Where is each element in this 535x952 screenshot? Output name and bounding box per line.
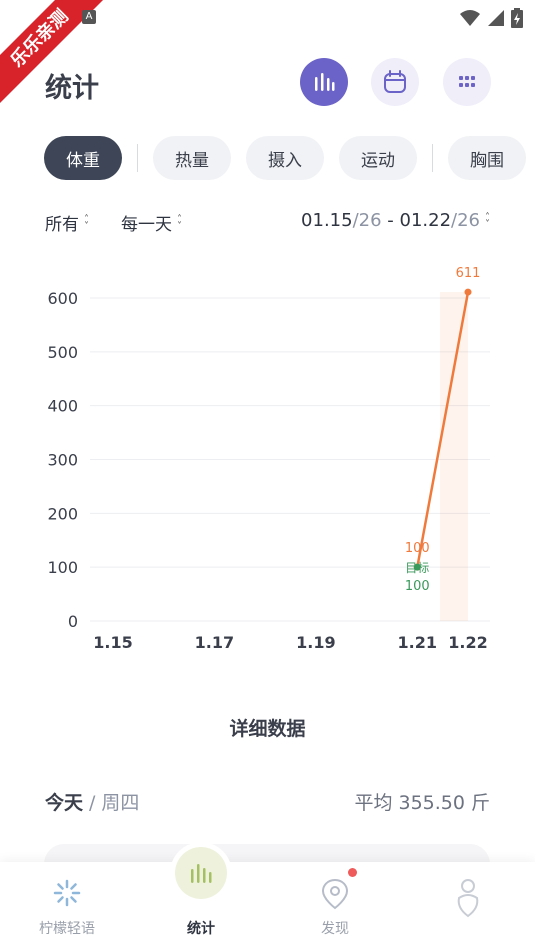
day-summary-row: 今天 / 周四 平均 355.50 斤 xyxy=(45,788,490,816)
nav-label-lemon: 柠檬轻语 xyxy=(39,921,95,937)
stats-fab[interactable] xyxy=(170,842,232,904)
grid-dots-icon xyxy=(459,76,475,87)
x-tick-label: 1.22 xyxy=(448,633,487,652)
data-label: 100 xyxy=(405,541,430,556)
lemon-icon xyxy=(53,879,81,907)
details-section-title: 详细数据 xyxy=(229,718,306,740)
date-range-selector[interactable]: 01.15 /26 - 01.22 /26 ˄ ˅ xyxy=(301,210,490,231)
today-label: 今天 xyxy=(45,792,84,814)
average-value: 平均 355.50 斤 xyxy=(354,792,490,814)
y-tick-label: 500 xyxy=(47,343,78,362)
nav-label-discover: 发现 xyxy=(321,921,349,937)
status-bar: 乐乐亲测 A xyxy=(0,0,535,108)
scope-label: 所有 xyxy=(45,215,79,235)
y-tick-label: 0 xyxy=(68,612,78,631)
wifi-icon xyxy=(460,10,480,26)
calendar-icon xyxy=(384,70,406,93)
tab-divider xyxy=(432,144,433,172)
interval-selector[interactable]: 每一天 ˄ ˅ xyxy=(121,210,182,235)
interval-label: 每一天 xyxy=(121,215,172,235)
notification-a-icon: A xyxy=(82,10,96,24)
notification-dot xyxy=(348,868,357,877)
bottom-nav: 柠檬轻语 统计 发现 xyxy=(0,842,535,952)
nav-item-lemon[interactable]: 柠檬轻语 xyxy=(0,862,134,952)
scope-selector[interactable]: 所有 ˄ ˅ xyxy=(45,210,89,235)
more-menu-button[interactable] xyxy=(443,58,491,106)
goal-marker-value: 100 xyxy=(405,579,430,594)
chart-view-button[interactable] xyxy=(300,58,348,106)
bar-chart-icon xyxy=(315,73,335,91)
x-tick-label: 1.17 xyxy=(195,633,234,652)
day-label: 今天 / 周四 xyxy=(45,788,139,815)
nav-item-discover[interactable]: 发现 xyxy=(268,862,402,952)
weight-chart-svg: 0 100 200 300 400 500 600 1.15 1.17 1.19 1.21 1.22 1… xyxy=(47,266,490,652)
y-tick-label: 300 xyxy=(47,451,78,470)
weight-chart: 0 100 200 300 400 500 600 1.15 1.17 1.19 1.21 1.22 1… xyxy=(0,250,535,670)
metric-tabs: 体重 热量 摄入 运动 胸围 xyxy=(44,136,535,180)
series-area xyxy=(440,292,468,621)
calendar-button[interactable] xyxy=(371,58,419,106)
filter-bar: 所有 ˄ ˅ 每一天 ˄ ˅ 01.15 /26 - 01.22 /26 ˄ ˅ xyxy=(45,210,490,236)
bar-chart-icon xyxy=(191,864,212,883)
tab-chest[interactable]: 胸围 xyxy=(448,136,526,180)
updown-chevron-icon: ˄ ˅ xyxy=(485,211,490,230)
x-tick-label: 1.15 xyxy=(93,633,132,652)
updown-chevron-icon: ˄ ˅ xyxy=(177,213,182,232)
y-tick-label: 200 xyxy=(47,504,78,523)
tab-weight[interactable]: 体重 xyxy=(44,136,122,180)
y-tick-label: 600 xyxy=(47,289,78,308)
signal-icon xyxy=(488,10,504,26)
nav-item-profile[interactable] xyxy=(401,862,535,952)
y-tick-label: 400 xyxy=(47,397,78,416)
header: 统计 xyxy=(0,56,535,112)
date-end: 01.22 xyxy=(399,210,452,231)
nav-label-stats: 统计 xyxy=(187,921,215,937)
tab-intake[interactable]: 摄入 xyxy=(246,136,324,180)
goal-marker-label: 目标 xyxy=(405,561,429,575)
battery-icon xyxy=(511,8,523,28)
tab-exercise[interactable]: 运动 xyxy=(339,136,417,180)
tab-divider xyxy=(137,144,138,172)
weekday-label: 周四 xyxy=(101,792,140,814)
date-separator: - xyxy=(381,210,400,231)
page-title: 统计 xyxy=(45,73,99,104)
data-point xyxy=(464,288,472,296)
profile-icon xyxy=(457,879,479,918)
x-tick-label: 1.19 xyxy=(296,633,335,652)
day-slash: / xyxy=(89,792,96,814)
discover-icon xyxy=(321,878,349,910)
updown-chevron-icon: ˄ ˅ xyxy=(84,213,89,232)
year-end: /26 xyxy=(451,210,480,231)
data-label: 611 xyxy=(456,266,481,281)
year-start: /26 xyxy=(352,210,382,231)
stats-fab-inner xyxy=(175,847,227,899)
system-icons xyxy=(459,8,523,28)
tab-calories[interactable]: 热量 xyxy=(153,136,231,180)
y-tick-label: 100 xyxy=(47,558,78,577)
x-tick-label: 1.21 xyxy=(398,633,437,652)
date-start: 01.15 xyxy=(301,210,353,231)
